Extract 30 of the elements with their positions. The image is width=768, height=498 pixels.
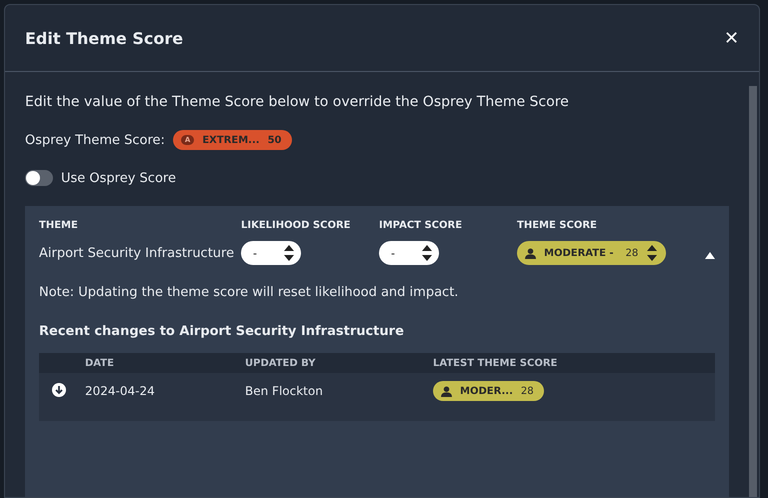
note-text: Note: Updating the theme score will reset likelihood and impact. bbox=[39, 285, 460, 300]
score-badge: MODER... 28 bbox=[433, 381, 544, 401]
column-header: THEME bbox=[39, 220, 79, 231]
history-title: Recent changes to Airport Security Infrastructure bbox=[39, 324, 405, 339]
collapse-icon[interactable] bbox=[705, 252, 715, 258]
theme-score-select[interactable]: MODERATE - 28 bbox=[517, 241, 666, 265]
up-down-arrows-icon bbox=[283, 244, 295, 262]
table-cell-text: 2024-04-24 bbox=[85, 384, 156, 398]
theme-name: Airport Security Infrastructure bbox=[39, 246, 236, 260]
table-cell-text: Ben Flockton bbox=[245, 384, 324, 398]
up-down-arrows-icon bbox=[646, 244, 658, 262]
column-header: LIKELIHOOD SCORE bbox=[241, 220, 352, 231]
toggle-switch[interactable] bbox=[25, 170, 53, 186]
person-icon bbox=[441, 386, 452, 396]
dialog-title: Edit Theme Score bbox=[25, 28, 184, 48]
column-header: THEME SCORE bbox=[517, 220, 598, 231]
column-header: LATEST THEME SCORE bbox=[433, 358, 558, 368]
osprey-score-label: Osprey Theme Score: bbox=[25, 132, 165, 148]
column-header: UPDATED BY bbox=[245, 358, 316, 368]
intro-text: Edit the value of the Theme Score below to override the Osprey Theme Score bbox=[25, 94, 570, 110]
close-button[interactable]: ✕ bbox=[724, 27, 739, 49]
toggle-label: Use Osprey Score bbox=[61, 170, 176, 186]
column-header: DATE bbox=[85, 358, 115, 368]
download-icon[interactable] bbox=[52, 382, 66, 396]
up-down-arrows-icon bbox=[421, 244, 433, 262]
scrollbar[interactable] bbox=[749, 86, 757, 497]
column-header: IMPACT SCORE bbox=[379, 220, 464, 231]
person-icon bbox=[525, 248, 536, 258]
likelihood-field[interactable]: - bbox=[241, 241, 301, 265]
impact-field[interactable]: - bbox=[379, 241, 439, 265]
